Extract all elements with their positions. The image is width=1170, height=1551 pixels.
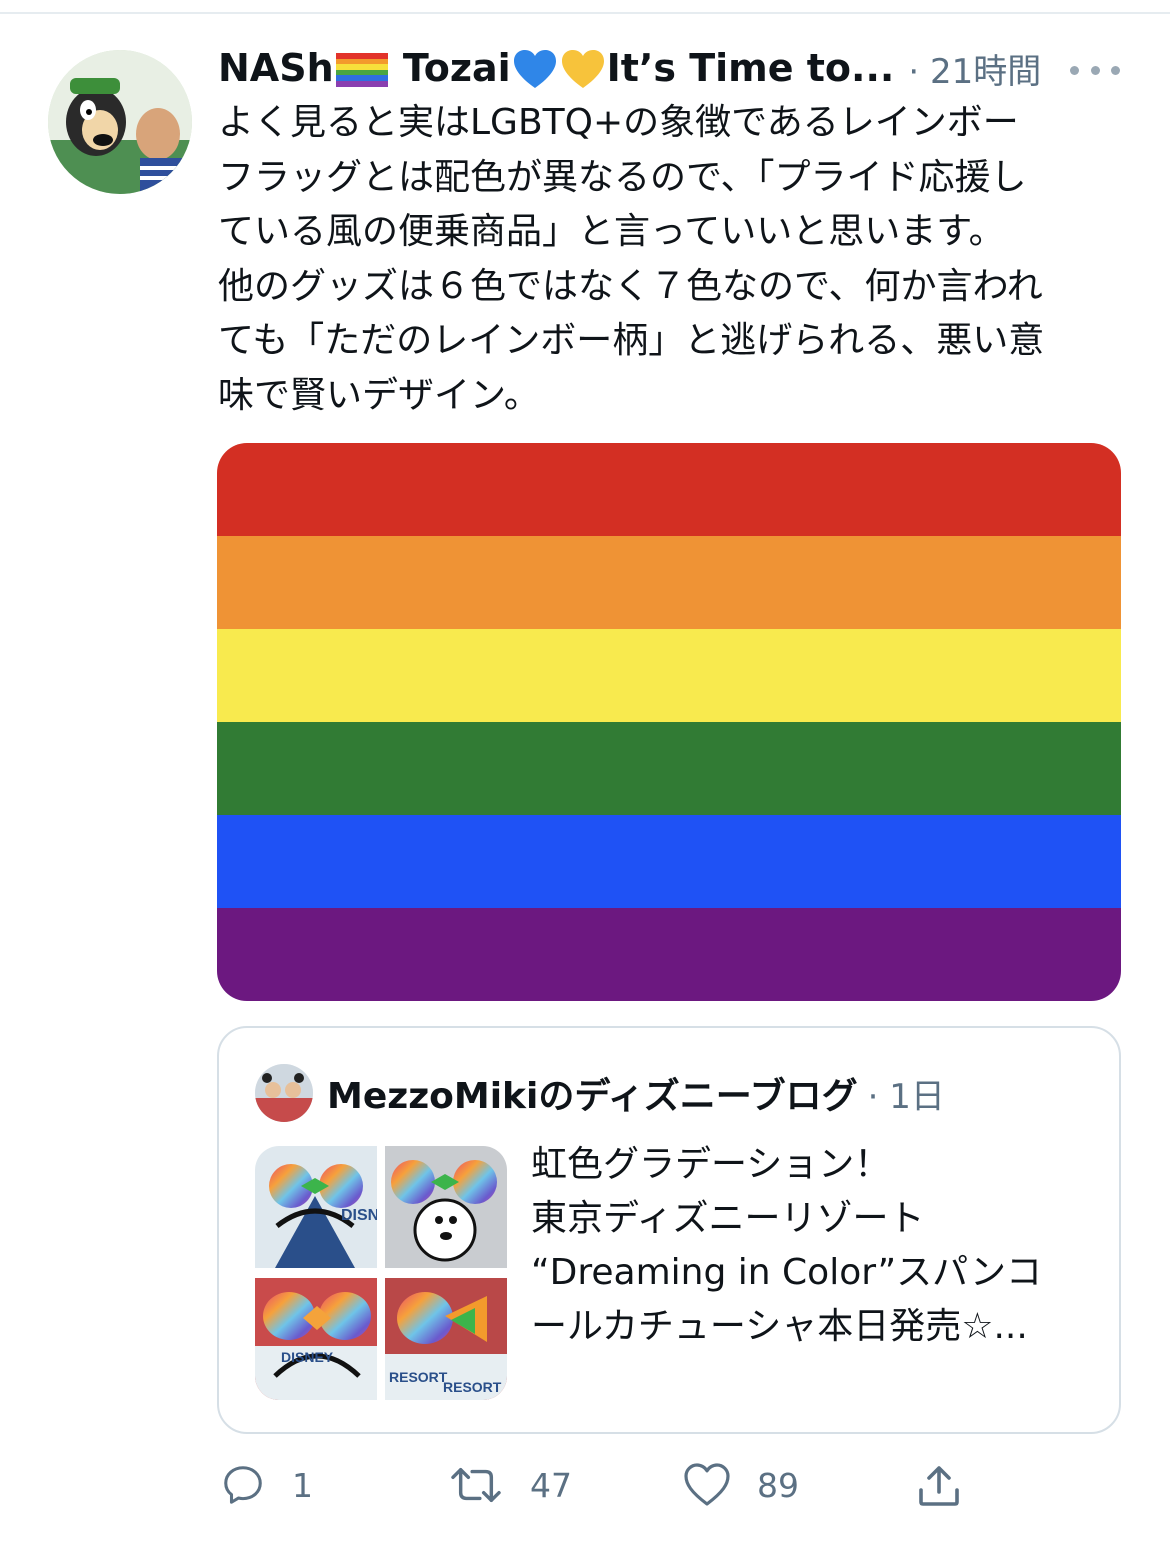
quoted-header: MezzoMikiのディズニーブログ · 1日 [327,1064,945,1122]
flag-stripe [217,908,1121,1001]
yellow-heart-icon [561,50,604,89]
reply-button[interactable]: 1 [220,1462,313,1508]
separator-dot: · [867,1076,879,1117]
quoted-avatar [255,1064,313,1122]
quoted-avatar-image [255,1064,313,1122]
rainbow-flag-image[interactable] [217,443,1121,1001]
quoted-tweet-card[interactable]: MezzoMikiのディズニーブログ · 1日 DISNEY DISNEY RE… [217,1026,1121,1434]
reply-count: 1 [292,1465,313,1505]
avatar[interactable] [48,50,192,194]
quoted-text: 虹色グラデーション！ 東京ディズニーリゾート “Dreaming in Colo… [531,1144,1042,1347]
retweet-count: 47 [530,1465,572,1505]
share-icon [919,1466,959,1506]
reply-icon [224,1466,262,1504]
thumb-text: RESORT [443,1379,502,1395]
avatar-image [48,50,192,194]
flag-stripe [217,536,1121,629]
separator-dot: · [908,51,920,92]
blue-heart-icon [513,50,556,89]
top-divider [0,12,1170,14]
action-bar: 1 47 89 [0,1450,1170,1520]
rainbow-flag-icon [335,53,388,88]
display-name-part: NASh [218,45,334,90]
thumb-text: DISNEY [281,1349,334,1365]
tweet-header: NASh Tozai It’s Time to... · 21時間 [218,40,1128,96]
quoted-timestamp[interactable]: 1日 [889,1077,945,1117]
quoted-timestamp-group: · 1日 [868,1069,945,1118]
timestamp-group: · 21時間 [908,44,1041,93]
flag-stripe [217,815,1121,908]
retweet-icon [451,1467,501,1503]
share-button[interactable] [915,1462,963,1510]
quoted-thumbnail[interactable]: DISNEY DISNEY RESORT RESORT [255,1146,507,1400]
like-count: 89 [757,1465,799,1505]
tweet-text: よく見ると実はLGBTQ+の象徴であるレインボー フラッグとは配色が異なるので、… [218,102,1045,416]
heart-icon [684,1463,730,1506]
display-name-part: Tozai [389,45,511,90]
flag-stripe [217,722,1121,815]
thumb-text: RESORT [389,1369,448,1385]
more-options-icon[interactable] [1070,60,1120,80]
flag-stripe [217,443,1121,536]
quoted-account-name[interactable]: MezzoMikiのディズニーブログ [327,1067,858,1119]
display-name[interactable]: NASh Tozai It’s Time to... [218,46,894,91]
like-button[interactable]: 89 [683,1462,799,1508]
timestamp[interactable]: 21時間 [930,52,1041,92]
display-name-part: It’s Time to... [606,45,895,90]
headband-photo-collage: DISNEY DISNEY RESORT RESORT [255,1146,507,1400]
flag-stripe [217,629,1121,722]
retweet-button[interactable]: 47 [448,1462,572,1508]
